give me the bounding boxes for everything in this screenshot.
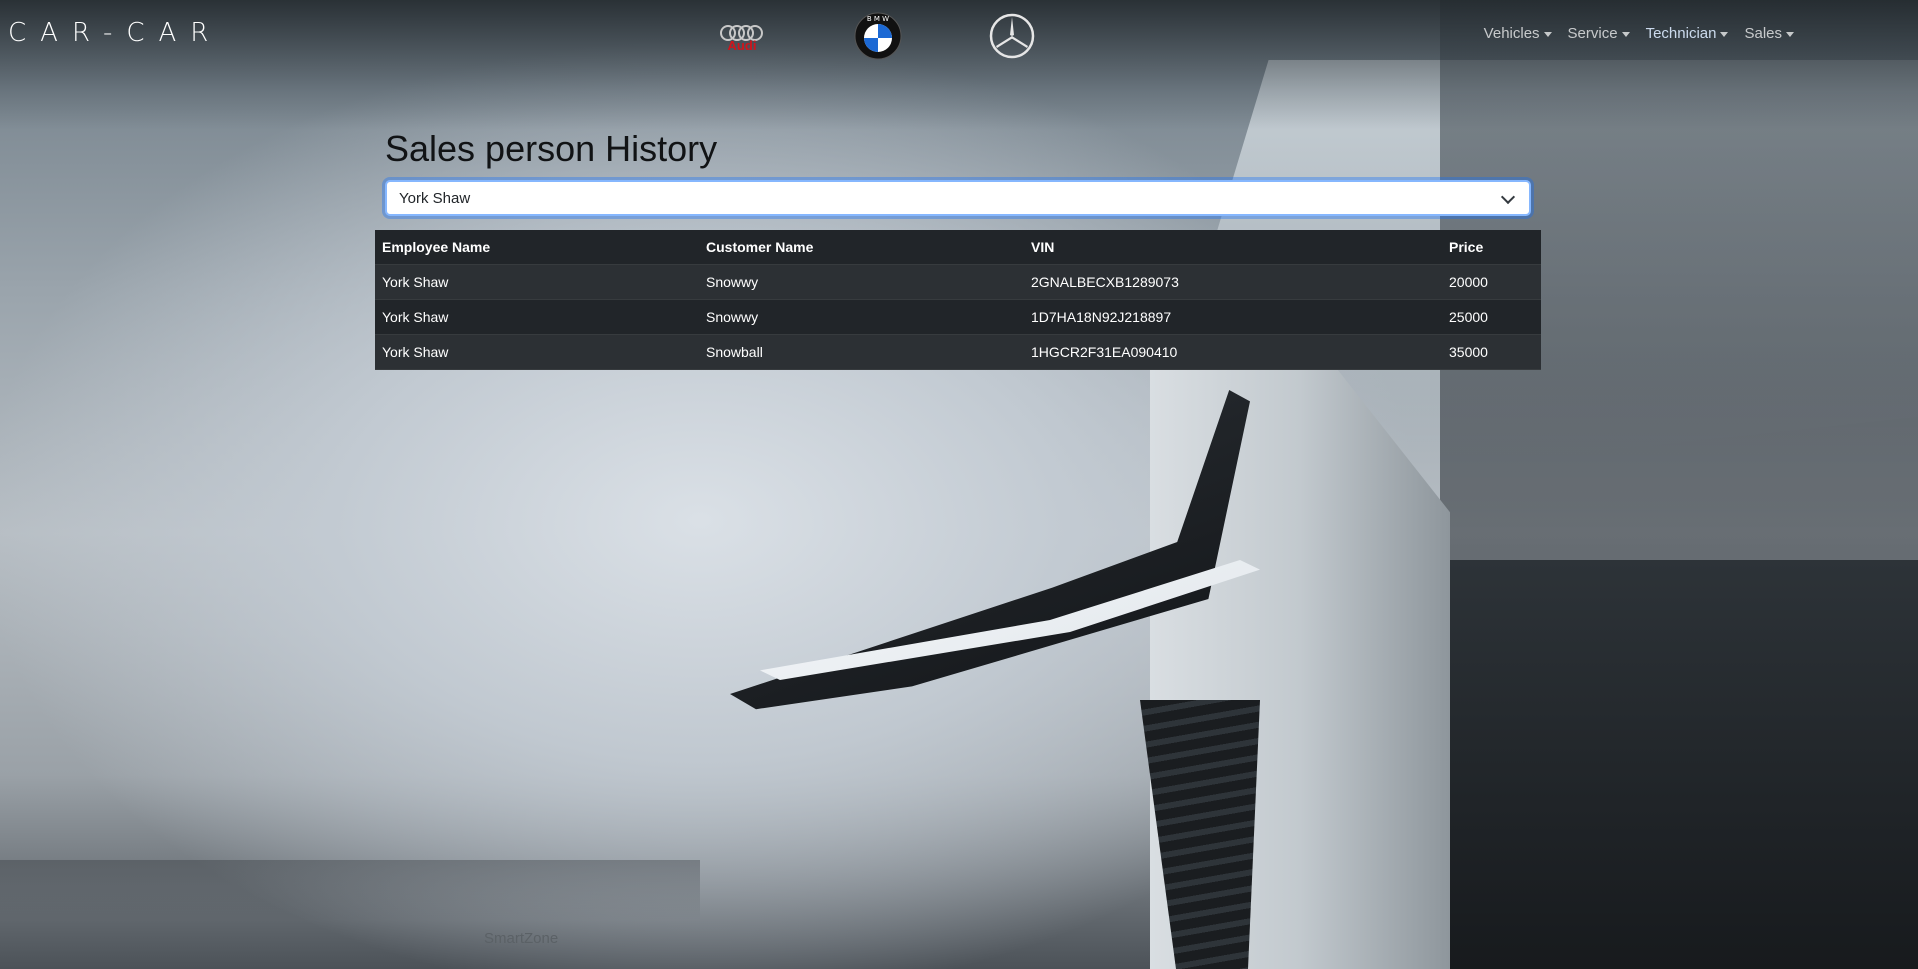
nav-vehicles-label: Vehicles bbox=[1483, 25, 1540, 42]
nav-service-label: Service bbox=[1567, 25, 1618, 42]
page-title: Sales person History bbox=[385, 128, 718, 169]
audi-wordmark: Audi bbox=[727, 38, 757, 53]
cell-price: 25000 bbox=[1442, 299, 1541, 335]
cell-price: 35000 bbox=[1442, 334, 1541, 370]
caret-down-icon bbox=[1543, 31, 1552, 37]
cell-employee-name: York Shaw bbox=[375, 334, 699, 370]
bmw-logo: B M W bbox=[850, 8, 906, 64]
background-caption: SmartZone bbox=[484, 930, 559, 947]
caret-down-icon bbox=[1621, 31, 1630, 37]
page: SmartZone CAR-CAR Audi B M W Vehicles Se… bbox=[0, 0, 1918, 969]
caret-down-icon bbox=[1720, 31, 1729, 37]
cell-employee-name: York Shaw bbox=[375, 299, 699, 335]
cell-vin: 1D7HA18N92J218897 bbox=[1024, 299, 1442, 335]
nav-service-dropdown[interactable]: Service bbox=[1568, 25, 1630, 42]
nav-vehicles-dropdown[interactable]: Vehicles bbox=[1484, 25, 1552, 42]
bmw-roundel-icon: B M W bbox=[854, 12, 902, 60]
nav-technician-dropdown[interactable]: Technician bbox=[1646, 25, 1729, 42]
table-row: York Shaw Snowwy 2GNALBECXB1289073 20000 bbox=[375, 264, 1541, 300]
cell-customer-name: Snowball bbox=[699, 334, 1024, 370]
nav-technician-label: Technician bbox=[1645, 25, 1717, 42]
sales-history-section: Sales person History York Shaw Employee … bbox=[375, 128, 1541, 370]
audi-logo: Audi bbox=[714, 8, 770, 64]
nav-sales-dropdown[interactable]: Sales bbox=[1744, 25, 1794, 42]
background-bumper-shadow bbox=[0, 860, 700, 920]
cell-customer-name: Snowwy bbox=[699, 264, 1024, 300]
cell-price: 20000 bbox=[1442, 264, 1541, 300]
salesperson-select-value[interactable]: York Shaw bbox=[385, 180, 1531, 216]
table-row: York Shaw Snowwy 1D7HA18N92J218897 25000 bbox=[375, 299, 1541, 335]
caret-down-icon bbox=[1786, 31, 1794, 37]
sales-history-table: Employee Name Customer Name VIN Price Yo… bbox=[375, 230, 1541, 370]
cell-vin: 1HGCR2F31EA090410 bbox=[1024, 334, 1442, 370]
cell-employee-name: York Shaw bbox=[375, 264, 699, 300]
svg-text:B M W: B M W bbox=[867, 15, 889, 23]
background-right-dark bbox=[1440, 560, 1918, 969]
header-vin: VIN bbox=[1024, 230, 1442, 265]
header-customer-name: Customer Name bbox=[699, 230, 1024, 265]
nav-menu: Vehicles Service Technician Sales bbox=[1484, 25, 1794, 42]
cell-customer-name: Snowwy bbox=[699, 299, 1024, 335]
mercedes-star-icon bbox=[989, 13, 1035, 59]
mercedes-logo bbox=[984, 8, 1040, 64]
salesperson-select[interactable]: York Shaw bbox=[385, 180, 1531, 216]
table-header-row: Employee Name Customer Name VIN Price bbox=[375, 230, 1541, 265]
header-employee-name: Employee Name bbox=[375, 230, 699, 265]
cell-vin: 2GNALBECXB1289073 bbox=[1024, 264, 1442, 300]
table-row: York Shaw Snowball 1HGCR2F31EA090410 350… bbox=[375, 334, 1541, 370]
navbar: CAR-CAR Audi B M W Vehicles Service Tech… bbox=[0, 0, 1918, 70]
nav-sales-label: Sales bbox=[1744, 25, 1782, 42]
brand-link[interactable]: CAR-CAR bbox=[8, 18, 222, 48]
header-price: Price bbox=[1442, 230, 1541, 265]
